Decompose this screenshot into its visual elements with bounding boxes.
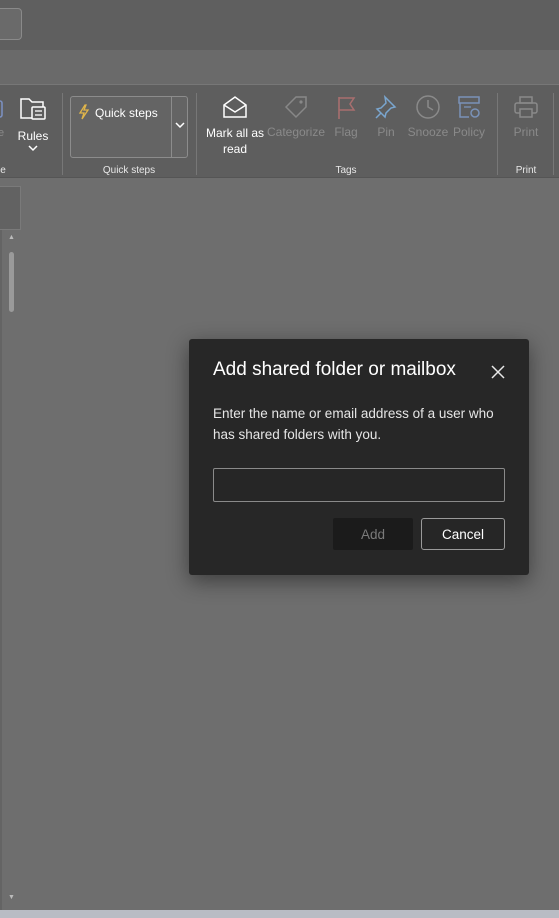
policy-icon <box>458 96 480 118</box>
menu-tab-bar <box>0 50 559 84</box>
quick-steps-gallery[interactable]: Quick steps <box>70 96 188 158</box>
categorize-button[interactable]: Categorize <box>266 93 326 139</box>
mark-all-read-label: Mark all as read <box>205 126 264 156</box>
snooze-label: Snooze <box>407 125 449 139</box>
cancel-button[interactable]: Cancel <box>421 518 505 550</box>
rules-button[interactable]: Rules <box>16 93 50 156</box>
print-group-label: Print <box>515 165 537 176</box>
lightning-icon <box>78 104 90 120</box>
ribbon-separator <box>553 93 554 175</box>
policy-button[interactable]: Policy <box>450 93 488 139</box>
ribbon-separator <box>62 93 63 175</box>
add-button[interactable]: Add <box>333 518 413 550</box>
folder-pane-tab[interactable] <box>0 186 21 230</box>
mark-all-read-button[interactable]: Mark all as read <box>203 93 267 157</box>
add-shared-folder-dialog: Add shared folder or mailbox Enter the n… <box>189 339 529 575</box>
move-button-label: e <box>0 127 5 139</box>
close-icon[interactable] <box>487 361 509 383</box>
snooze-button[interactable]: Snooze <box>406 93 450 139</box>
rules-label: Rules <box>17 129 49 143</box>
ribbon: e e Rules Quick steps Quick steps Mark a… <box>0 84 559 178</box>
status-bar <box>0 910 559 918</box>
pin-label: Pin <box>377 125 395 139</box>
folder-pane-edge <box>0 230 2 910</box>
flag-icon <box>338 97 356 119</box>
quick-steps-expand-icon[interactable] <box>175 121 185 129</box>
chevron-down-icon <box>16 145 50 152</box>
flag-label: Flag <box>334 125 358 139</box>
quick-steps-divider <box>171 97 172 157</box>
tag-icon <box>284 96 307 119</box>
ribbon-separator <box>196 93 197 175</box>
print-button[interactable]: Print <box>507 93 545 139</box>
search-box[interactable] <box>0 8 22 40</box>
categorize-label: Categorize <box>266 125 326 139</box>
pin-icon <box>375 94 397 119</box>
clock-icon <box>416 95 440 119</box>
ribbon-separator <box>497 93 498 175</box>
dialog-title: Add shared folder or mailbox <box>213 359 456 380</box>
folder-pane-scrollbar[interactable]: ▲ ▼ <box>6 234 18 910</box>
flag-button[interactable]: Flag <box>330 93 362 139</box>
printer-icon <box>514 96 538 118</box>
title-bar <box>0 0 559 50</box>
scroll-up-arrow-icon[interactable]: ▲ <box>8 234 15 241</box>
print-label: Print <box>513 125 539 139</box>
scroll-down-arrow-icon[interactable]: ▼ <box>8 894 15 901</box>
dialog-description: Enter the name or email address of a use… <box>213 406 494 442</box>
policy-label: Policy <box>452 125 485 139</box>
scroll-thumb[interactable] <box>9 252 14 312</box>
quick-steps-label: Quick steps <box>95 106 158 120</box>
move-group-label: e <box>0 165 6 176</box>
move-icon <box>0 100 3 118</box>
quick-steps-group-label: Quick steps <box>102 165 156 176</box>
rules-folder-icon <box>20 98 46 120</box>
move-button-partial[interactable]: e <box>0 95 8 139</box>
user-name-input[interactable] <box>213 468 505 502</box>
open-envelope-icon <box>223 96 247 118</box>
tags-group-label: Tags <box>335 165 357 176</box>
pin-button[interactable]: Pin <box>370 93 402 139</box>
